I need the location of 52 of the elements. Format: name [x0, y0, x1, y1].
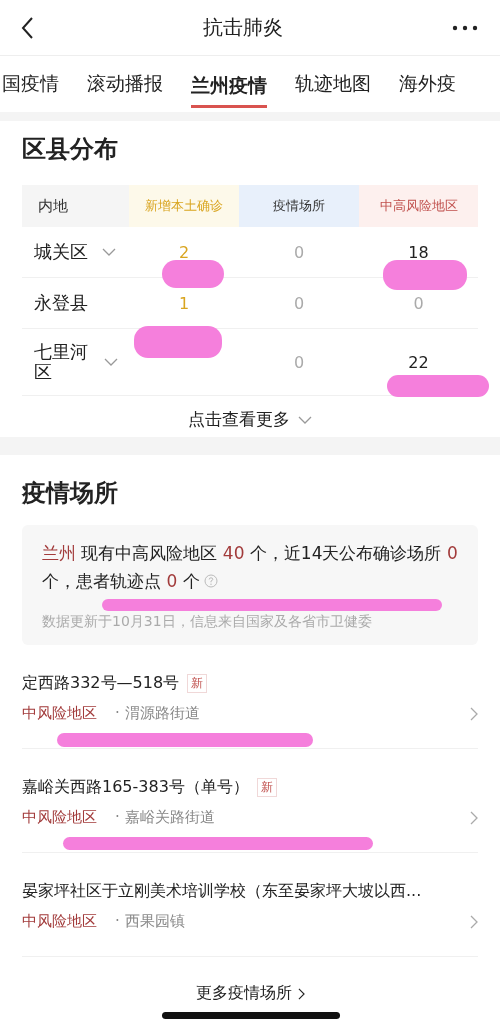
- table-cell: 18: [408, 242, 429, 262]
- more-venues-link[interactable]: 更多疫情场所: [195, 983, 305, 1004]
- scribble-mark: [162, 260, 224, 288]
- summary-text: 兰州 现有中高风险地区 40 个，近14天公布确诊场所 0 个，患者轨迹点 0 个: [42, 543, 458, 591]
- new-badge: 新: [187, 674, 208, 693]
- venue-title: 嘉峪关西路165-383号（单号）: [22, 777, 249, 798]
- help-icon[interactable]: [203, 574, 218, 588]
- back-icon[interactable]: [20, 15, 34, 40]
- table-cell: 0: [413, 293, 424, 313]
- column-header: 新增本土确诊: [129, 185, 239, 227]
- update-note: 数据更新于10月31日，信息来自国家及各省市卫健委: [42, 613, 373, 631]
- page-title: 抗击肺炎: [203, 14, 283, 41]
- show-more-button[interactable]: 点击查看更多: [182, 402, 318, 437]
- new-badge: 新: [256, 778, 277, 797]
- venue-title: 晏家坪社区于立刚美术培训学校（东至晏家坪大坡以西...: [22, 881, 422, 902]
- risk-level: 中风险地区: [22, 912, 97, 931]
- tab[interactable]: 滚动播报: [87, 65, 163, 103]
- table-cell: 0: [293, 242, 305, 262]
- district-name[interactable]: 永登县: [34, 291, 88, 315]
- section-title: 区县分布: [22, 134, 119, 165]
- chevron-right-icon: [297, 987, 305, 1000]
- venue-title: 定西路332号—518号: [22, 673, 180, 694]
- chevron-down-icon: [298, 415, 312, 424]
- risk-level: 中风险地区: [22, 808, 97, 827]
- chevron-right-icon: [470, 810, 478, 825]
- venue-item[interactable]: 定西路332号—518号 新 中风险地区 · 渭源路街道: [22, 645, 478, 731]
- tab[interactable]: 海外疫: [399, 65, 456, 103]
- venue-item[interactable]: 晏家坪社区于立刚美术培训学校（东至晏家坪大坡以西... 中风险地区 · 西果园镇: [22, 853, 478, 939]
- table-cell: 0: [293, 293, 305, 313]
- chevron-down-icon[interactable]: [104, 358, 118, 366]
- chevron-right-icon: [470, 914, 478, 929]
- tab[interactable]: 兰州疫情: [191, 66, 267, 108]
- table-cell: 2: [178, 242, 190, 262]
- chevron-down-icon[interactable]: [102, 248, 116, 256]
- column-header: 疫情场所: [239, 185, 359, 227]
- more-icon[interactable]: [452, 24, 478, 31]
- tab[interactable]: 国疫情: [2, 65, 59, 103]
- venue-item[interactable]: 嘉峪关西路165-383号（单号） 新 中风险地区 · 嘉峪关路街道: [22, 749, 478, 835]
- district-name[interactable]: 七里河区: [34, 342, 90, 382]
- section-title: 疫情场所: [22, 478, 119, 509]
- column-header: 中高风险地区: [359, 185, 478, 227]
- tab[interactable]: 轨迹地图: [295, 65, 371, 103]
- chevron-right-icon: [470, 706, 478, 721]
- risk-level: 中风险地区: [22, 704, 97, 723]
- district-name[interactable]: 城关区: [34, 240, 88, 264]
- table-cell: 0: [293, 352, 305, 372]
- venue-place: · 嘉峪关路街道: [115, 808, 216, 827]
- table-cell: 1: [178, 293, 190, 313]
- venue-place: · 渭源路街道: [115, 704, 201, 723]
- column-header: 内地: [22, 185, 129, 227]
- table-cell: 22: [408, 352, 429, 372]
- venue-place: · 西果园镇: [115, 912, 186, 931]
